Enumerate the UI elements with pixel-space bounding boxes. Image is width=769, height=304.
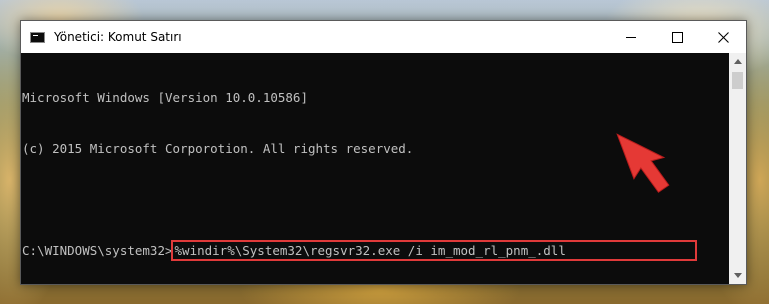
- highlighted-command[interactable]: %windir%\System32\regsvr32.exe /i im_mod…: [170, 240, 697, 261]
- close-button[interactable]: [700, 21, 746, 53]
- cmd-app-icon[interactable]: [30, 31, 45, 43]
- scroll-up-button[interactable]: [729, 53, 746, 70]
- chevron-up-icon: [733, 59, 742, 64]
- close-icon: [717, 31, 729, 43]
- chevron-down-icon: [733, 273, 742, 278]
- window-title: Yönetici: Komut Satırı: [54, 30, 182, 44]
- red-arrow-icon: [616, 133, 670, 193]
- command-line[interactable]: C:\WINDOWS\system32> %windir%\System32\re…: [22, 240, 729, 261]
- scroll-down-button[interactable]: [729, 267, 746, 284]
- title-bar[interactable]: Yönetici: Komut Satırı: [21, 21, 746, 53]
- console-line: Microsoft Windows [Version 10.0.10586]: [22, 90, 308, 105]
- maximize-button[interactable]: [654, 21, 700, 53]
- maximize-icon: [671, 31, 683, 43]
- scroll-thumb[interactable]: [732, 72, 743, 89]
- minimize-button[interactable]: [608, 21, 654, 53]
- minimize-icon: [626, 36, 636, 38]
- vertical-scrollbar[interactable]: [729, 53, 746, 284]
- prompt-text: C:\WINDOWS\system32>: [22, 243, 173, 258]
